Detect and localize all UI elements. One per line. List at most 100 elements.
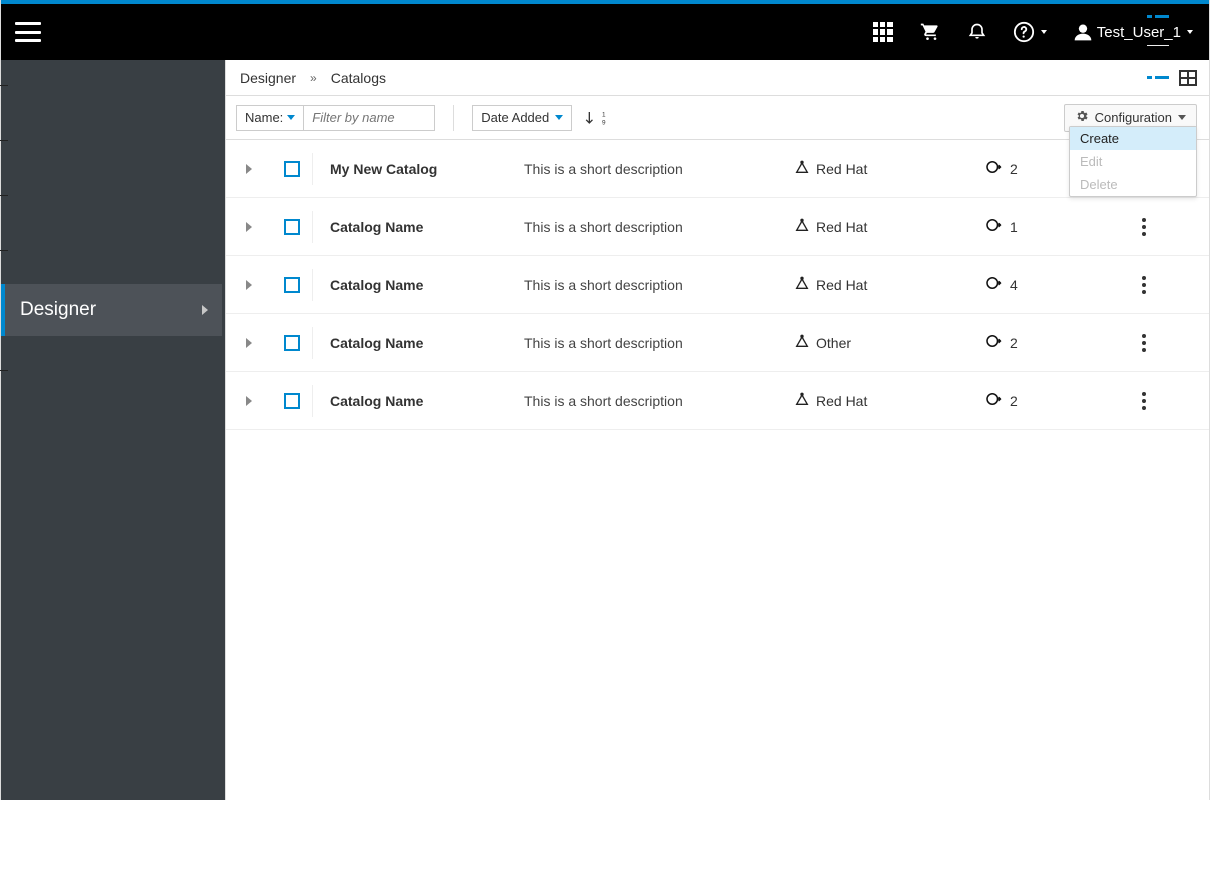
catalog-description: This is a short description [524, 277, 794, 293]
chevron-right-icon [202, 305, 208, 315]
filter-input[interactable] [304, 106, 434, 130]
filter-type-select[interactable]: Name: [237, 106, 304, 130]
kebab-icon[interactable] [1124, 276, 1164, 294]
catalog-count: 2 [984, 390, 1124, 411]
kebab-icon[interactable] [1124, 392, 1164, 410]
configuration-label: Configuration [1095, 110, 1172, 125]
sort-order-toggle[interactable]: 19 [584, 109, 610, 127]
catalog-name[interactable]: Catalog Name [324, 277, 524, 293]
row-checkbox[interactable] [284, 161, 300, 177]
count-icon [984, 216, 1002, 237]
sidebar-item-designer[interactable]: Designer [4, 284, 222, 336]
configuration-menu: Create Edit Delete [1069, 126, 1197, 197]
platform-icon [794, 275, 810, 294]
divider [312, 153, 313, 185]
platform-label: Other [816, 335, 851, 351]
platform-label: Red Hat [816, 161, 867, 177]
menu-item-create[interactable]: Create [1070, 127, 1196, 150]
main-content: Designer » Catalogs Name: [225, 60, 1209, 800]
kebab-icon[interactable] [1124, 334, 1164, 352]
catalog-count: 1 [984, 216, 1124, 237]
help-menu[interactable] [1013, 21, 1047, 43]
catalog-name[interactable]: Catalog Name [324, 393, 524, 409]
row-checkbox[interactable] [284, 277, 300, 293]
chevron-down-icon [1041, 30, 1047, 34]
catalog-name[interactable]: My New Catalog [324, 161, 524, 177]
expand-icon[interactable] [246, 222, 252, 232]
row-checkbox[interactable] [284, 335, 300, 351]
cart-icon[interactable] [919, 22, 941, 42]
list-row: Catalog Name This is a short description… [226, 198, 1209, 256]
menu-item-delete: Delete [1070, 173, 1196, 196]
platform-icon [794, 217, 810, 236]
platform-label: Red Hat [816, 393, 867, 409]
count-icon [984, 158, 1002, 179]
filter-label: Name: [245, 110, 283, 125]
catalog-platform: Red Hat [794, 275, 984, 294]
catalog-platform: Red Hat [794, 391, 984, 410]
toolbar: Name: Date Added 19 [226, 96, 1209, 140]
expand-icon[interactable] [246, 396, 252, 406]
expand-icon[interactable] [246, 338, 252, 348]
svg-text:9: 9 [602, 119, 606, 126]
expand-icon[interactable] [246, 280, 252, 290]
breadcrumb-bar: Designer » Catalogs [226, 60, 1209, 96]
divider [312, 385, 313, 417]
count-icon [984, 332, 1002, 353]
chevron-down-icon [555, 115, 563, 120]
divider [312, 211, 313, 243]
bell-icon[interactable] [967, 21, 987, 43]
expand-icon[interactable] [246, 164, 252, 174]
catalog-name[interactable]: Catalog Name [324, 219, 524, 235]
top-nav-right: Test_User_1 [873, 21, 1193, 43]
sidebar-item-label: Designer [20, 299, 96, 321]
count-icon [984, 274, 1002, 295]
catalog-description: This is a short description [524, 335, 794, 351]
row-checkbox[interactable] [284, 219, 300, 235]
name-filter: Name: [236, 105, 435, 131]
apps-grid-icon[interactable] [873, 22, 893, 42]
count-value: 4 [1010, 277, 1018, 293]
svg-text:1: 1 [602, 111, 606, 118]
chevron-down-icon [1178, 115, 1186, 120]
kebab-icon[interactable] [1124, 218, 1164, 236]
list-row: My New Catalog This is a short descripti… [226, 140, 1209, 198]
grid-view-icon[interactable] [1179, 70, 1197, 86]
catalog-description: This is a short description [524, 393, 794, 409]
list-row: Catalog Name This is a short description… [226, 314, 1209, 372]
list-row: Catalog Name This is a short description… [226, 372, 1209, 430]
gear-icon [1075, 109, 1089, 126]
breadcrumb-item[interactable]: Designer [240, 70, 296, 86]
divider [312, 269, 313, 301]
user-icon [1073, 22, 1093, 42]
count-value: 1 [1010, 219, 1018, 235]
count-value: 2 [1010, 335, 1018, 351]
breadcrumb-item[interactable]: Catalogs [331, 70, 386, 86]
platform-label: Red Hat [816, 219, 867, 235]
platform-icon [794, 333, 810, 352]
divider [312, 327, 313, 359]
catalog-description: This is a short description [524, 219, 794, 235]
catalog-count: 2 [984, 332, 1124, 353]
list-row: Catalog Name This is a short description… [226, 256, 1209, 314]
sort-select[interactable]: Date Added [472, 105, 572, 131]
divider [453, 105, 454, 131]
help-icon [1013, 21, 1035, 43]
catalog-platform: Red Hat [794, 217, 984, 236]
catalog-description: This is a short description [524, 161, 794, 177]
platform-icon [794, 391, 810, 410]
sidebar: Designer [1, 60, 225, 800]
breadcrumb-sep-icon: » [310, 71, 317, 85]
menu-item-edit: Edit [1070, 150, 1196, 173]
row-checkbox[interactable] [284, 393, 300, 409]
catalog-count: 4 [984, 274, 1124, 295]
catalog-name[interactable]: Catalog Name [324, 335, 524, 351]
count-icon [984, 390, 1002, 411]
chevron-down-icon [287, 115, 295, 120]
catalog-list: My New Catalog This is a short descripti… [226, 140, 1209, 430]
hamburger-icon[interactable] [15, 22, 41, 42]
top-nav: Test_User_1 [1, 4, 1209, 60]
platform-label: Red Hat [816, 277, 867, 293]
count-value: 2 [1010, 161, 1018, 177]
sort-label: Date Added [481, 110, 549, 125]
